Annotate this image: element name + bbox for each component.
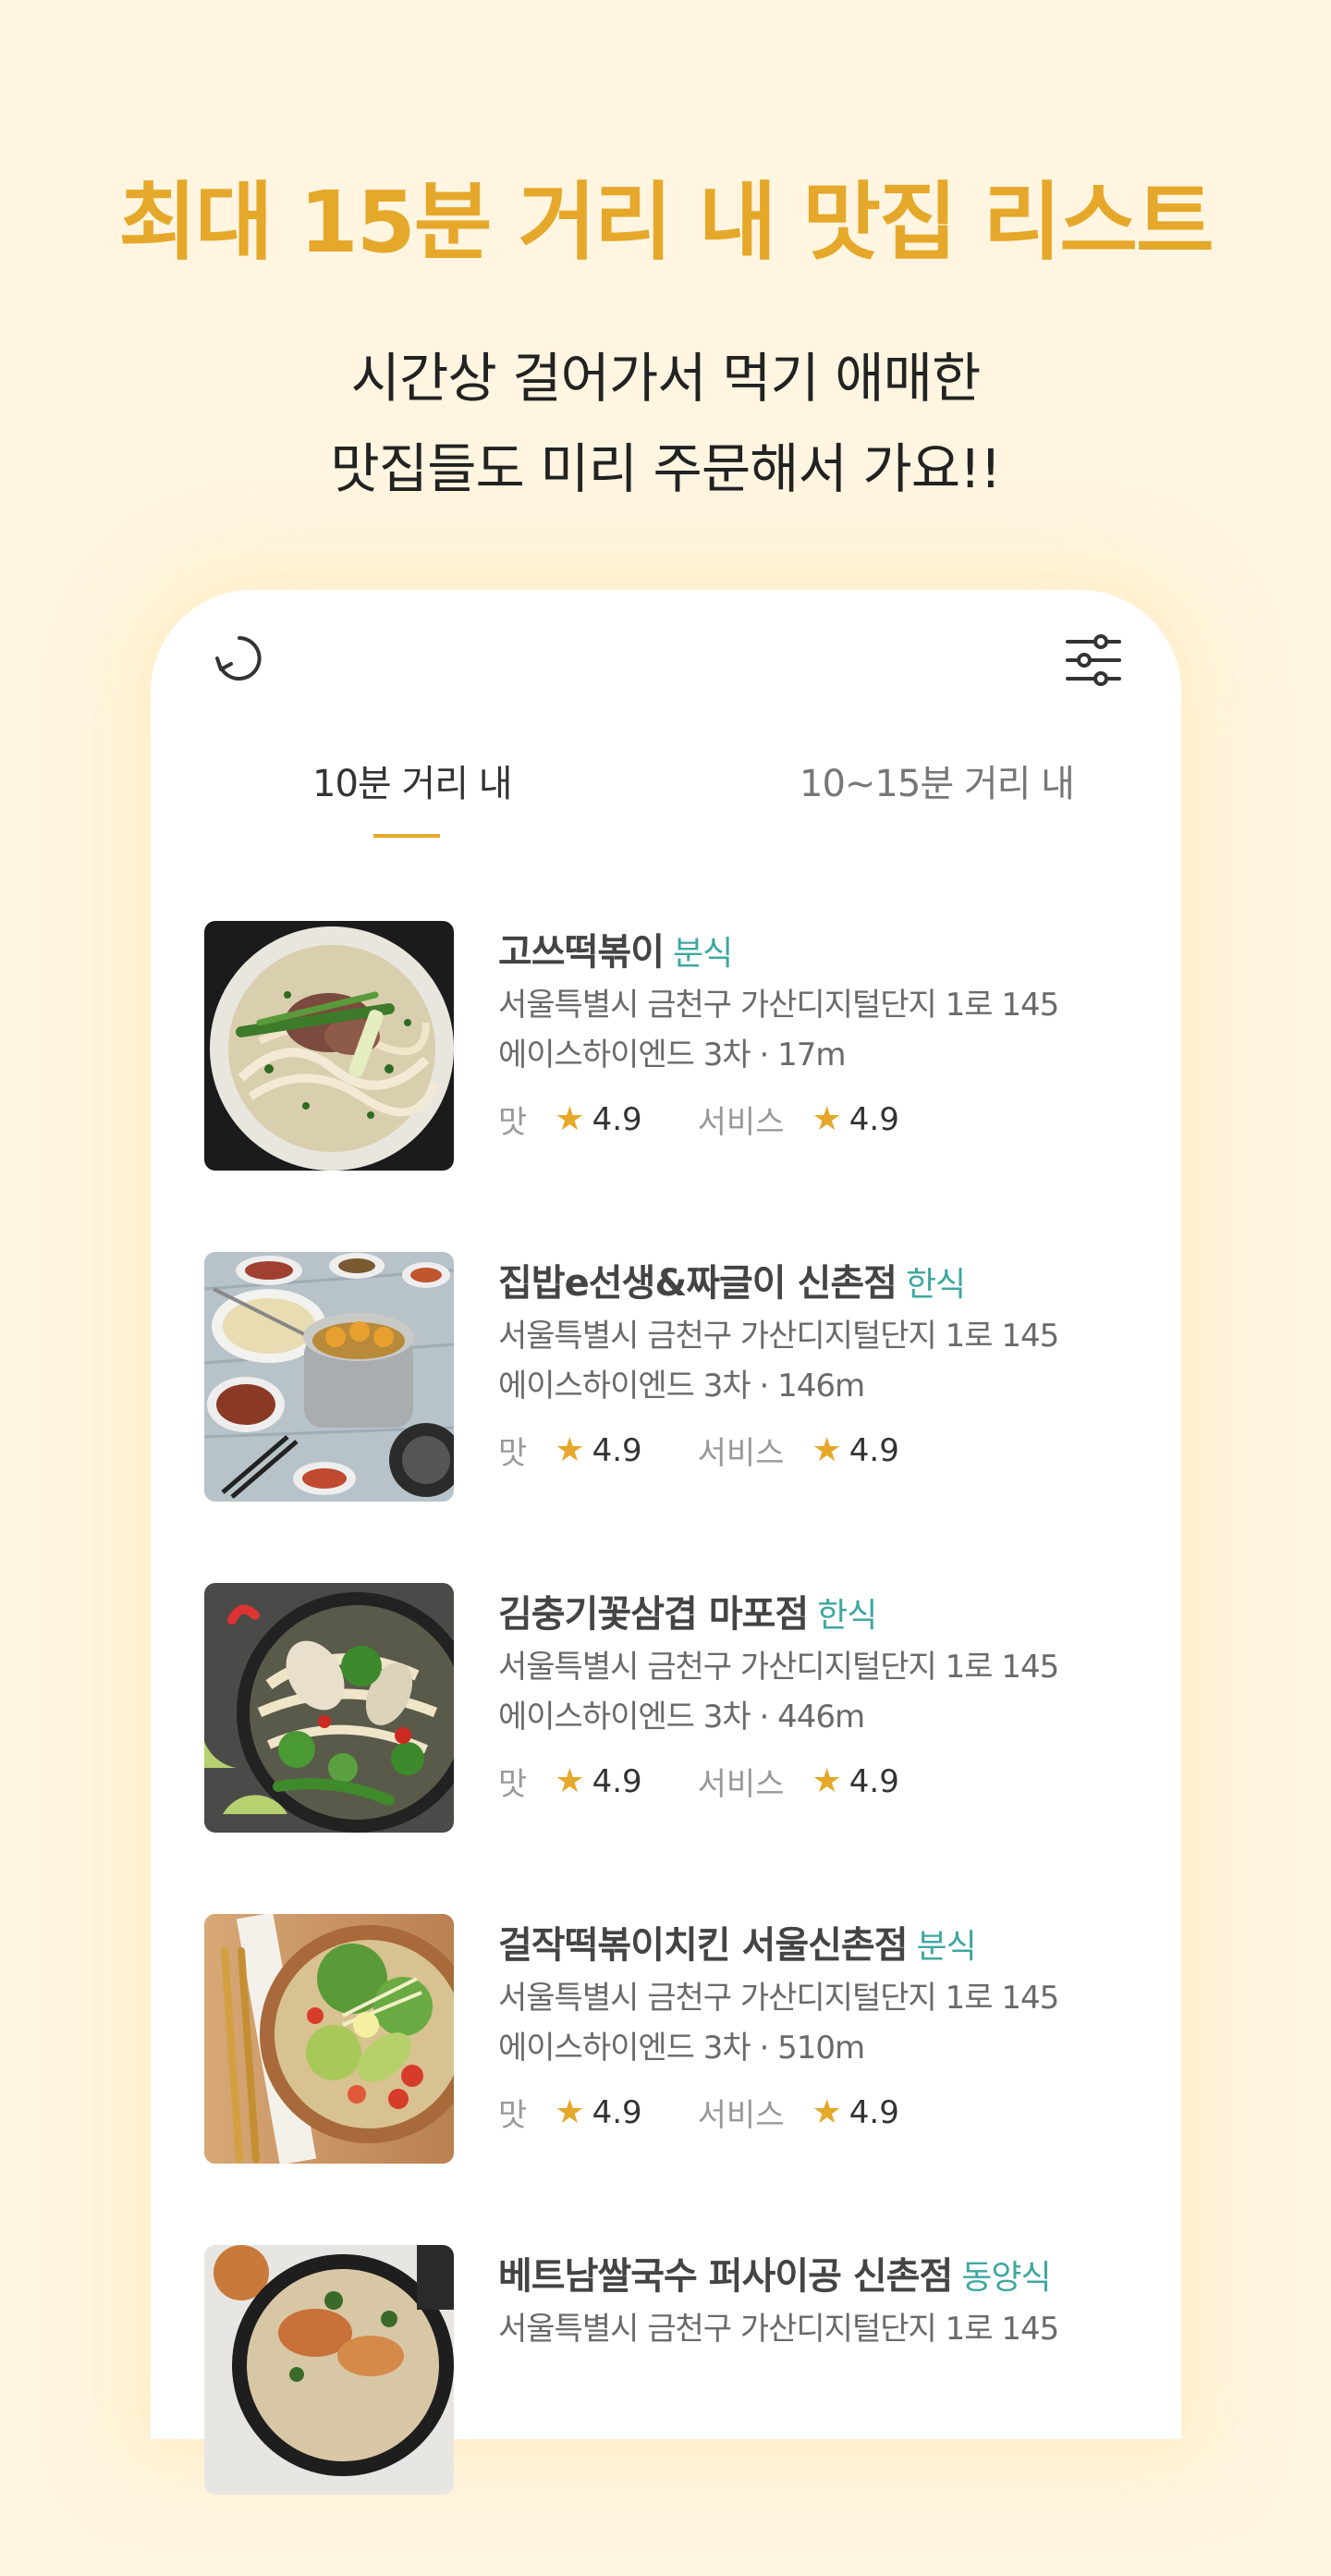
star-icon: ★ <box>812 1762 842 1800</box>
list-item[interactable]: 고쓰떡볶이 분식 서울특별시 금천구 가산디지털단지 1로 145 에이스하이엔드… <box>204 921 1129 1252</box>
category-tag: 동양식 <box>961 2259 1051 2297</box>
category-tag: 분식 <box>916 1928 977 1966</box>
star-icon: ★ <box>555 1100 585 1138</box>
category-tag: 한식 <box>905 1266 966 1304</box>
restaurant-name: 고쓰떡볶이 <box>498 931 665 974</box>
building-distance: 에이스하이엔드 3차 · 146m <box>498 1368 865 1405</box>
star-icon: ★ <box>812 2093 842 2131</box>
ratings: 맛 ★ 4.9 서비스 ★ 4.9 <box>498 1428 1127 1473</box>
list-item[interactable]: 베트남쌀국수 퍼사이공 신촌점 동양식 서울특별시 금천구 가산디지털단지 1로 … <box>204 2245 1129 2576</box>
service-score: 4.9 <box>849 1100 899 1138</box>
star-icon: ★ <box>555 1762 585 1800</box>
building: 에이스하이엔드 3차 <box>498 1368 751 1405</box>
phone-frame: 10분 거리 내 10~15분 거리 내 고쓰떡볶이 분식 서울특별시 금천구 … <box>151 590 1181 2495</box>
subtitle-line-2: 맛집들도 미리 주문해서 가요!! <box>330 437 1001 500</box>
restaurant-name: 걸작떡볶이치킨 서울신촌점 <box>498 1924 909 1967</box>
list-item[interactable]: 집밥e선생&짜글이 신촌점 한식 서울특별시 금천구 가산디지털단지 1로 145… <box>204 1252 1129 1583</box>
refresh-icon[interactable] <box>209 629 270 690</box>
subtitle: 시간상 걸어가서 먹기 애매한 맛집들도 미리 주문해서 가요!! <box>0 333 1331 514</box>
building: 에이스하이엔드 3차 <box>498 1037 751 1073</box>
restaurant-title: 걸작떡볶이치킨 서울신촌점 분식 <box>498 1920 1127 1973</box>
address: 서울특별시 금천구 가산디지털단지 1로 145 <box>498 2311 1059 2348</box>
taste-score: 4.9 <box>592 2093 642 2131</box>
headline: 최대 15분 거리 내 맛집 리스트 <box>118 173 1214 272</box>
taste-score: 4.9 <box>592 1431 642 1469</box>
restaurant-title: 베트남쌀국수 퍼사이공 신촌점 동양식 <box>498 2251 1127 2304</box>
filter-icon[interactable] <box>1064 631 1123 690</box>
distance: 446m <box>777 1699 865 1736</box>
restaurant-name: 김충기꽃삼겹 마포점 <box>498 1593 809 1636</box>
tab-10min[interactable]: 10분 거리 내 <box>312 754 513 807</box>
tab-10-15min[interactable]: 10~15분 거리 내 <box>800 754 1075 807</box>
restaurant-photo <box>204 1914 454 2164</box>
building: 에이스하이엔드 3차 <box>498 1699 751 1736</box>
distance: 146m <box>777 1368 865 1405</box>
building-distance: 에이스하이엔드 3차 · 510m <box>498 2030 865 2067</box>
restaurant-photo <box>204 1252 454 1502</box>
taste-label: 맛 <box>498 1766 528 1803</box>
category-tag: 분식 <box>673 935 733 973</box>
building-distance: 에이스하이엔드 3차 · 17m <box>498 1037 847 1073</box>
ratings: 맛 ★ 4.9 서비스 ★ 4.9 <box>498 2090 1127 2135</box>
service-score: 4.9 <box>849 1762 899 1800</box>
building: 에이스하이엔드 3차 <box>498 2030 751 2067</box>
service-label: 서비스 <box>697 2097 785 2134</box>
distance: 510m <box>777 2030 865 2067</box>
taste-score: 4.9 <box>592 1762 642 1800</box>
taste-score: 4.9 <box>592 1100 642 1138</box>
distance: 17m <box>777 1037 846 1073</box>
star-icon: ★ <box>555 2093 585 2131</box>
restaurant-name: 집밥e선생&짜글이 신촌점 <box>498 1262 898 1305</box>
service-label: 서비스 <box>697 1104 785 1141</box>
list-item[interactable]: 걸작떡볶이치킨 서울신촌점 분식 서울특별시 금천구 가산디지털단지 1로 145… <box>204 1914 1129 2245</box>
restaurant-photo <box>204 2245 454 2495</box>
ratings: 맛 ★ 4.9 서비스 ★ 4.9 <box>498 1097 1127 1142</box>
restaurant-name: 베트남쌀국수 퍼사이공 신촌점 <box>498 2255 953 2298</box>
service-score: 4.9 <box>849 1431 899 1469</box>
list-item[interactable]: 김충기꽃삼겹 마포점 한식 서울특별시 금천구 가산디지털단지 1로 145 에이… <box>204 1583 1129 1914</box>
address: 서울특별시 금천구 가산디지털단지 1로 145 <box>498 1649 1059 1686</box>
star-icon: ★ <box>812 1100 842 1138</box>
taste-label: 맛 <box>498 1435 528 1472</box>
building-distance: 에이스하이엔드 3차 · 446m <box>498 1699 865 1736</box>
subtitle-line-1: 시간상 걸어가서 먹기 애매한 <box>350 347 982 410</box>
restaurant-title: 집밥e선생&짜글이 신촌점 한식 <box>498 1257 1127 1311</box>
category-tag: 한식 <box>817 1597 877 1635</box>
restaurant-title: 김충기꽃삼겹 마포점 한식 <box>498 1589 1127 1642</box>
active-tab-indicator <box>373 834 440 838</box>
address: 서울특별시 금천구 가산디지털단지 1로 145 <box>498 987 1059 1024</box>
ratings: 맛 ★ 4.9 서비스 ★ 4.9 <box>498 1759 1127 1804</box>
service-label: 서비스 <box>697 1766 785 1803</box>
restaurant-photo <box>204 921 454 1171</box>
address: 서울특별시 금천구 가산디지털단지 1로 145 <box>498 1980 1059 2017</box>
service-label: 서비스 <box>697 1435 785 1472</box>
taste-label: 맛 <box>498 2097 528 2134</box>
taste-label: 맛 <box>498 1104 528 1141</box>
address: 서울특별시 금천구 가산디지털단지 1로 145 <box>498 1318 1059 1355</box>
star-icon: ★ <box>555 1431 585 1469</box>
service-score: 4.9 <box>849 2093 899 2131</box>
restaurant-list: 고쓰떡볶이 분식 서울특별시 금천구 가산디지털단지 1로 145 에이스하이엔드… <box>204 921 1129 2576</box>
restaurant-title: 고쓰떡볶이 분식 <box>498 926 1127 980</box>
restaurant-photo <box>204 1583 454 1833</box>
star-icon: ★ <box>812 1431 842 1469</box>
